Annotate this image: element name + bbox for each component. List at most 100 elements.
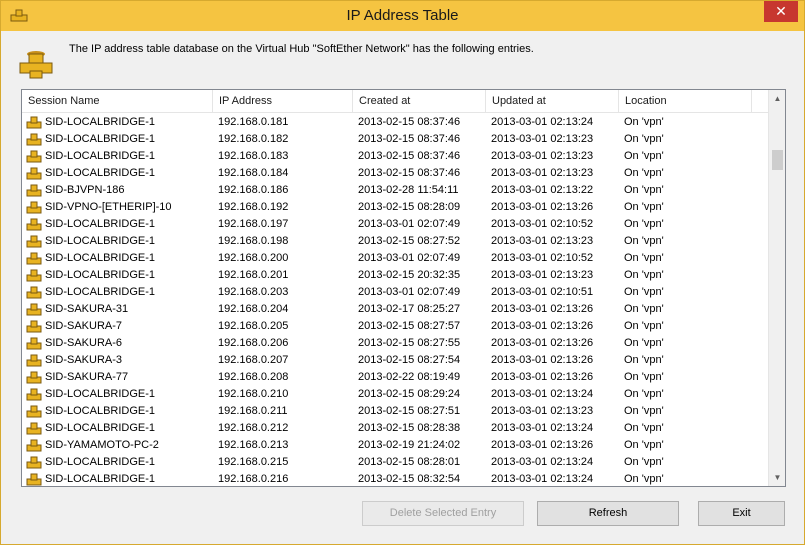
cell-session-name: SID-LOCALBRIDGE-1 (45, 422, 156, 434)
cell-created-at: 2013-02-15 08:27:54 (358, 354, 461, 366)
cell-session-name: SID-LOCALBRIDGE-1 (45, 218, 156, 230)
cell-session-name: SID-LOCALBRIDGE-1 (45, 167, 156, 179)
table-row[interactable]: SID-LOCALBRIDGE-1 192.168.0.212 2013-02-15… (22, 420, 768, 437)
table-row[interactable]: SID-YAMAMOTO-PC-2 192.168.0.213 2013-02-19… (22, 437, 768, 454)
table-row[interactable]: SID-SAKURA-3 192.168.0.207 2013-02-15 08:2… (22, 352, 768, 369)
cell-updated-at: 2013-03-01 02:13:26 (491, 337, 594, 349)
cell-location: On 'vpn' (624, 354, 664, 366)
cell-session-name: SID-SAKURA-6 (45, 337, 123, 349)
cell-session-name: SID-LOCALBRIDGE-1 (45, 116, 156, 128)
table-row[interactable]: SID-LOCALBRIDGE-1 192.168.0.183 2013-02-15… (22, 148, 768, 165)
cell-updated-at: 2013-03-01 02:13:22 (491, 184, 594, 196)
table-body: SID-LOCALBRIDGE-1 192.168.0.181 2013-02-15… (22, 114, 768, 486)
close-button[interactable]: ✕ (764, 1, 798, 22)
table-row[interactable]: SID-LOCALBRIDGE-1 192.168.0.181 2013-02-15… (22, 114, 768, 131)
column-header-created-at[interactable]: Created at (353, 90, 486, 113)
scroll-up-arrow-icon[interactable]: ▲ (769, 90, 785, 107)
table-row[interactable]: SID-LOCALBRIDGE-1 192.168.0.182 2013-02-15… (22, 131, 768, 148)
cell-location: On 'vpn' (624, 252, 664, 264)
cell-updated-at: 2013-03-01 02:13:26 (491, 303, 594, 315)
cell-created-at: 2013-02-15 08:27:57 (358, 320, 461, 332)
cell-created-at: 2013-02-22 08:19:49 (358, 371, 461, 383)
cell-location: On 'vpn' (624, 235, 664, 247)
cell-session-name: SID-SAKURA-3 (45, 354, 123, 366)
cell-location: On 'vpn' (624, 473, 664, 485)
table-row[interactable]: SID-LOCALBRIDGE-1 192.168.0.216 2013-02-15… (22, 471, 768, 486)
cell-ip-address: 192.168.0.198 (218, 235, 289, 247)
scroll-down-arrow-icon[interactable]: ▼ (769, 469, 785, 486)
cell-created-at: 2013-02-15 08:37:46 (358, 116, 461, 128)
table-row[interactable]: SID-BJVPN-186 192.168.0.186 2013-02-28 11:… (22, 182, 768, 199)
exit-button[interactable]: Exit (698, 501, 785, 526)
cell-location: On 'vpn' (624, 150, 664, 162)
cell-created-at: 2013-02-15 08:27:55 (358, 337, 461, 349)
cell-location: On 'vpn' (624, 405, 664, 417)
column-header-updated-at[interactable]: Updated at (486, 90, 619, 113)
cell-ip-address: 192.168.0.204 (218, 303, 289, 315)
cell-ip-address: 192.168.0.215 (218, 456, 289, 468)
cell-ip-address: 192.168.0.208 (218, 371, 289, 383)
cell-updated-at: 2013-03-01 02:10:51 (491, 286, 594, 298)
cell-created-at: 2013-02-15 08:37:46 (358, 167, 461, 179)
dialog-content: The IP address table database on the Vir… (9, 31, 798, 538)
table-header: Session Name IP Address Created at Updat… (22, 90, 768, 113)
table-row[interactable]: SID-SAKURA-6 192.168.0.206 2013-02-15 08:2… (22, 335, 768, 352)
cell-location: On 'vpn' (624, 116, 664, 128)
cell-ip-address: 192.168.0.205 (218, 320, 289, 332)
cell-updated-at: 2013-03-01 02:13:26 (491, 201, 594, 213)
table-row[interactable]: SID-LOCALBRIDGE-1 192.168.0.210 2013-02-15… (22, 386, 768, 403)
ip-address-list[interactable]: Session Name IP Address Created at Updat… (21, 89, 786, 487)
cell-session-name: SID-LOCALBRIDGE-1 (45, 252, 156, 264)
cell-ip-address: 192.168.0.212 (218, 422, 289, 434)
cell-ip-address: 192.168.0.213 (218, 439, 289, 451)
table-row[interactable]: SID-SAKURA-31 192.168.0.204 2013-02-17 08:… (22, 301, 768, 318)
cell-session-name: SID-LOCALBRIDGE-1 (45, 388, 156, 400)
cell-session-name: SID-VPNO-[ETHERIP]-10 (45, 201, 172, 213)
refresh-button[interactable]: Refresh (537, 501, 679, 526)
cell-location: On 'vpn' (624, 269, 664, 281)
cell-location: On 'vpn' (624, 303, 664, 315)
table-row[interactable]: SID-LOCALBRIDGE-1 192.168.0.197 2013-03-01… (22, 216, 768, 233)
cell-created-at: 2013-02-15 08:32:54 (358, 473, 461, 485)
cell-created-at: 2013-02-15 08:28:09 (358, 201, 461, 213)
cell-created-at: 2013-03-01 02:07:49 (358, 252, 461, 264)
table-row[interactable]: SID-LOCALBRIDGE-1 192.168.0.184 2013-02-15… (22, 165, 768, 182)
cell-updated-at: 2013-03-01 02:13:26 (491, 439, 594, 451)
table-row[interactable]: SID-LOCALBRIDGE-1 192.168.0.215 2013-02-15… (22, 454, 768, 471)
table-row[interactable]: SID-LOCALBRIDGE-1 192.168.0.211 2013-02-15… (22, 403, 768, 420)
column-header-location[interactable]: Location (619, 90, 752, 113)
cell-session-name: SID-LOCALBRIDGE-1 (45, 150, 156, 162)
table-row[interactable]: SID-SAKURA-77 192.168.0.208 2013-02-22 08:… (22, 369, 768, 386)
cell-updated-at: 2013-03-01 02:13:26 (491, 354, 594, 366)
cell-location: On 'vpn' (624, 456, 664, 468)
table-row[interactable]: SID-LOCALBRIDGE-1 192.168.0.198 2013-02-15… (22, 233, 768, 250)
cell-ip-address: 192.168.0.201 (218, 269, 289, 281)
delete-selected-entry-button[interactable]: Delete Selected Entry (362, 501, 524, 526)
cell-location: On 'vpn' (624, 422, 664, 434)
title-bar[interactable]: IP Address Table ✕ (1, 1, 804, 31)
cell-session-name: SID-BJVPN-186 (45, 184, 125, 196)
table-row[interactable]: SID-LOCALBRIDGE-1 192.168.0.200 2013-03-01… (22, 250, 768, 267)
cell-created-at: 2013-02-15 08:37:46 (358, 150, 461, 162)
cell-updated-at: 2013-03-01 02:13:24 (491, 422, 594, 434)
cell-session-name: SID-SAKURA-7 (45, 320, 123, 332)
cell-created-at: 2013-02-15 08:27:51 (358, 405, 461, 417)
table-row[interactable]: SID-VPNO-[ETHERIP]-10 192.168.0.192 2013-0… (22, 199, 768, 216)
cell-ip-address: 192.168.0.183 (218, 150, 289, 162)
table-row[interactable]: SID-LOCALBRIDGE-1 192.168.0.203 2013-03-01… (22, 284, 768, 301)
vertical-scrollbar[interactable]: ▲ ▼ (768, 90, 785, 486)
column-header-ip-address[interactable]: IP Address (213, 90, 353, 113)
cell-location: On 'vpn' (624, 388, 664, 400)
table-row[interactable]: SID-SAKURA-7 192.168.0.205 2013-02-15 08:2… (22, 318, 768, 335)
cell-ip-address: 192.168.0.216 (218, 473, 289, 485)
cell-ip-address: 192.168.0.203 (218, 286, 289, 298)
cell-ip-address: 192.168.0.197 (218, 218, 289, 230)
scroll-thumb[interactable] (772, 150, 783, 170)
cell-created-at: 2013-02-15 08:28:38 (358, 422, 461, 434)
cell-session-name: SID-SAKURA-77 (45, 371, 129, 383)
column-header-session-name[interactable]: Session Name (22, 90, 213, 113)
cell-updated-at: 2013-03-01 02:10:52 (491, 218, 594, 230)
table-row[interactable]: SID-LOCALBRIDGE-1 192.168.0.201 2013-02-15… (22, 267, 768, 284)
cell-session-name: SID-LOCALBRIDGE-1 (45, 405, 156, 417)
window-title: IP Address Table (346, 7, 459, 24)
